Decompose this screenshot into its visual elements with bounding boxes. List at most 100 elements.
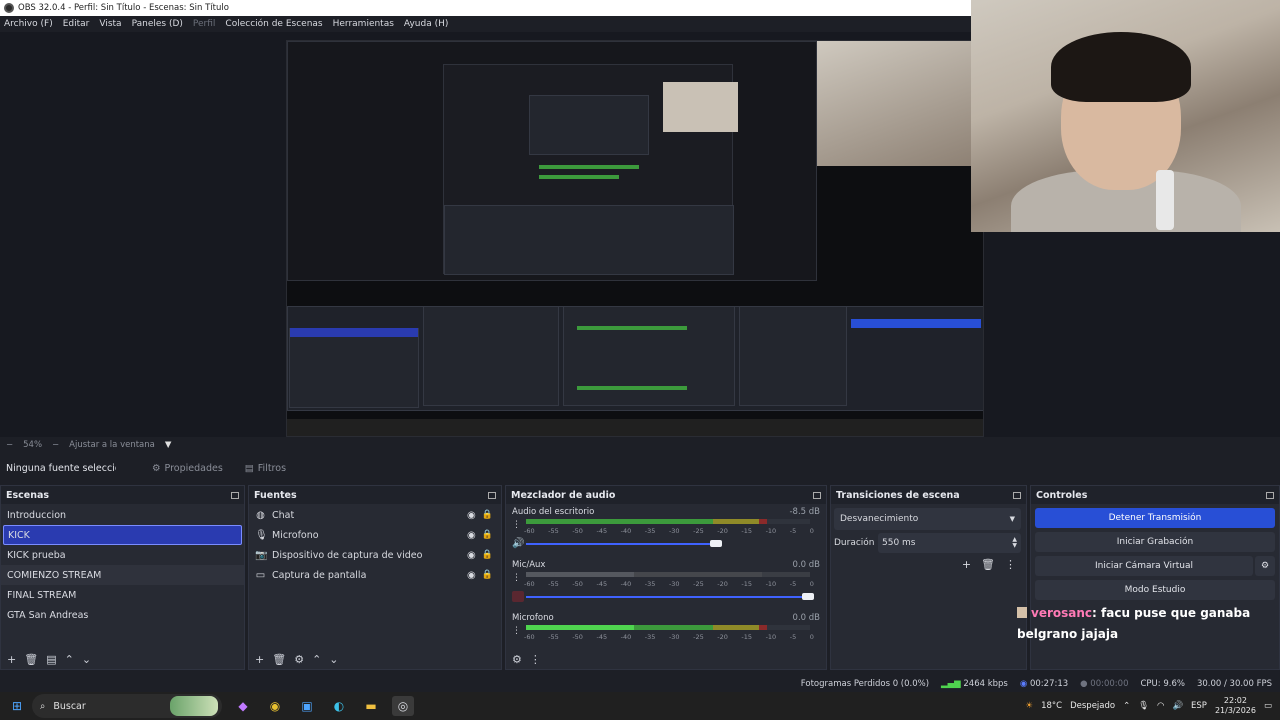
scene-item[interactable]: GTA San Andreas	[1, 605, 244, 625]
menu-coleccion-escenas[interactable]: Colección de Escenas	[225, 19, 322, 29]
source-item-chat[interactable]: ◍ Chat ◉ 🔒	[249, 505, 501, 525]
scene-item[interactable]: Introduccion	[1, 505, 244, 525]
chevron-down-icon[interactable]: ▼	[165, 440, 172, 450]
source-item-capture-device[interactable]: 📷 Dispositivo de captura de video ◉ 🔒	[249, 545, 501, 565]
notification-icon[interactable]: ▭	[1264, 701, 1272, 711]
eye-icon[interactable]: ◉	[467, 530, 476, 541]
move-down-icon[interactable]: ⌄	[82, 653, 91, 666]
lock-icon[interactable]: 🔒	[482, 550, 493, 560]
lock-icon[interactable]: 🔒	[482, 510, 493, 520]
menu-vista[interactable]: Vista	[99, 19, 121, 29]
source-item-screen-capture[interactable]: ▭ Captura de pantalla ◉ 🔒	[249, 565, 501, 585]
channel-name: Microfono	[512, 613, 554, 623]
filters-button[interactable]: ▤ Filtros	[245, 463, 286, 474]
kebab-menu-icon[interactable]: ⋮	[512, 573, 521, 583]
mixer-settings-icon[interactable]: ⚙	[512, 653, 522, 666]
eye-icon[interactable]: ◉	[467, 570, 476, 581]
zoom-out-icon[interactable]: −	[6, 440, 13, 450]
source-toolbar: Ninguna fuente seleccionada ⚙ Propiedade…	[0, 457, 1280, 479]
kebab-menu-icon[interactable]: ⋮	[1005, 558, 1016, 571]
program-preview[interactable]	[286, 40, 984, 437]
menu-archivo[interactable]: Archivo (F)	[4, 19, 53, 29]
undock-icon[interactable]	[813, 491, 821, 499]
camera-icon: 📷	[255, 549, 268, 561]
microphone-image	[1156, 170, 1174, 230]
obs-taskbar-icon[interactable]: ◎	[392, 696, 414, 716]
speaker-icon[interactable]: 🔊	[512, 538, 524, 549]
store-icon[interactable]: ▣	[296, 696, 318, 716]
eye-icon[interactable]: ◉	[467, 510, 476, 521]
nested-preview	[287, 41, 817, 281]
clock[interactable]: 22:02 21/3/2026	[1215, 696, 1256, 716]
meter-ticks: -60 -55 -50 -45 -40 -35 -30 -25 -20 -15 -10 -5 0	[524, 633, 814, 641]
language-indicator[interactable]: ESP	[1191, 701, 1207, 711]
add-icon[interactable]: +	[255, 653, 264, 666]
folder-icon[interactable]: ▬	[360, 696, 382, 716]
duration-label: Duración	[834, 538, 875, 548]
undock-icon[interactable]	[488, 491, 496, 499]
transition-toolbar: + 🗑 ⋮	[831, 558, 1026, 571]
window-title: OBS 32.0.4 - Perfil: Sin Título - Escena…	[18, 3, 229, 13]
add-icon[interactable]: +	[962, 558, 971, 571]
scene-item[interactable]: KICK prueba	[1, 545, 244, 565]
eye-icon[interactable]: ◉	[467, 550, 476, 561]
source-list: ◍ Chat ◉ 🔒 🎙 Microfono ◉ 🔒 📷 Dispositivo…	[249, 504, 501, 585]
menu-editar[interactable]: Editar	[63, 19, 90, 29]
start-virtual-camera-button[interactable]: Iniciar Cámara Virtual	[1035, 556, 1253, 576]
muted-speaker-icon[interactable]	[512, 591, 524, 602]
kebab-menu-icon[interactable]: ⋮	[512, 520, 521, 530]
volume-icon[interactable]: 🔊	[1172, 701, 1183, 711]
stop-streaming-button[interactable]: Detener Transmisión	[1035, 508, 1275, 528]
scene-item[interactable]: FINAL STREAM	[1, 585, 244, 605]
trash-icon[interactable]: 🗑	[981, 558, 995, 571]
duration-spinbox[interactable]: 550 ms ▲ ▼	[878, 533, 1021, 553]
move-up-icon[interactable]: ⌃	[65, 653, 74, 666]
menu-paneles[interactable]: Paneles (D)	[132, 19, 183, 29]
zoom-in-icon[interactable]: −	[52, 440, 59, 450]
mixer-channel-desktop: Audio del escritorio -8.5 dB ⋮ -60 -55 -50-…	[506, 504, 826, 557]
channel-name: Audio del escritorio	[512, 507, 595, 517]
wifi-icon[interactable]: ◠	[1157, 701, 1164, 711]
gear-icon[interactable]: ⚙	[294, 653, 304, 666]
scene-item[interactable]: COMIENZO STREAM	[1, 565, 244, 585]
volume-slider[interactable]	[526, 540, 722, 547]
menu-herramientas[interactable]: Herramientas	[333, 19, 394, 29]
volume-slider[interactable]	[526, 593, 814, 600]
kebab-menu-icon[interactable]: ⋮	[512, 626, 521, 636]
transition-select[interactable]: Desvanecimiento ▼	[834, 508, 1021, 530]
menu-ayuda[interactable]: Ayuda (H)	[404, 19, 448, 29]
meter-ticks: -60 -55 -50 -45 -40 -35 -30 -25 -20 -15 -10 -5 0	[524, 580, 814, 588]
properties-button[interactable]: ⚙ Propiedades	[152, 463, 223, 474]
gear-icon: ⚙	[152, 462, 161, 474]
microphone-tray-icon[interactable]: 🎙	[1138, 701, 1149, 711]
lock-icon[interactable]: 🔒	[482, 530, 493, 540]
windows-start-icon[interactable]: ⊞	[6, 696, 28, 716]
chevron-up-icon[interactable]: ⌃	[1123, 701, 1130, 711]
undock-icon[interactable]	[231, 491, 239, 499]
kebab-menu-icon[interactable]: ⋮	[530, 653, 541, 666]
taskbar-search[interactable]: ⌕ Buscar	[32, 694, 222, 718]
spin-arrows-icon[interactable]: ▲ ▼	[1012, 537, 1017, 549]
add-icon[interactable]: +	[7, 653, 16, 666]
zoom-fit-label[interactable]: Ajustar a la ventana	[69, 440, 155, 450]
chrome-icon[interactable]: ◉	[264, 696, 286, 716]
virtual-camera-settings-icon[interactable]: ⚙	[1255, 556, 1275, 576]
trash-icon[interactable]: 🗑	[24, 653, 38, 666]
menu-perfil[interactable]: Perfil	[193, 19, 216, 29]
move-up-icon[interactable]: ⌃	[312, 653, 321, 666]
scene-item-selected[interactable]: KICK	[3, 525, 242, 545]
mixer-channel-micaux: Mic/Aux 0.0 dB ⋮ -60 -55 -50 -45 -40 -35 -30 -25…	[506, 557, 826, 610]
edge-icon[interactable]: ◐	[328, 696, 350, 716]
filter-icon[interactable]: ▤	[46, 653, 56, 666]
lock-icon[interactable]: 🔒	[482, 570, 493, 580]
undock-icon[interactable]	[1266, 491, 1274, 499]
start-recording-button[interactable]: Iniciar Grabación	[1035, 532, 1275, 552]
studio-mode-button[interactable]: Modo Estudio	[1035, 580, 1275, 600]
broadcast-icon: ◉	[1019, 679, 1028, 689]
user-badge-icon	[1017, 607, 1027, 618]
copilot-icon[interactable]: ◆	[232, 696, 254, 716]
move-down-icon[interactable]: ⌄	[329, 653, 338, 666]
trash-icon[interactable]: 🗑	[272, 653, 286, 666]
undock-icon[interactable]	[1013, 491, 1021, 499]
source-item-microfono[interactable]: 🎙 Microfono ◉ 🔒	[249, 525, 501, 545]
